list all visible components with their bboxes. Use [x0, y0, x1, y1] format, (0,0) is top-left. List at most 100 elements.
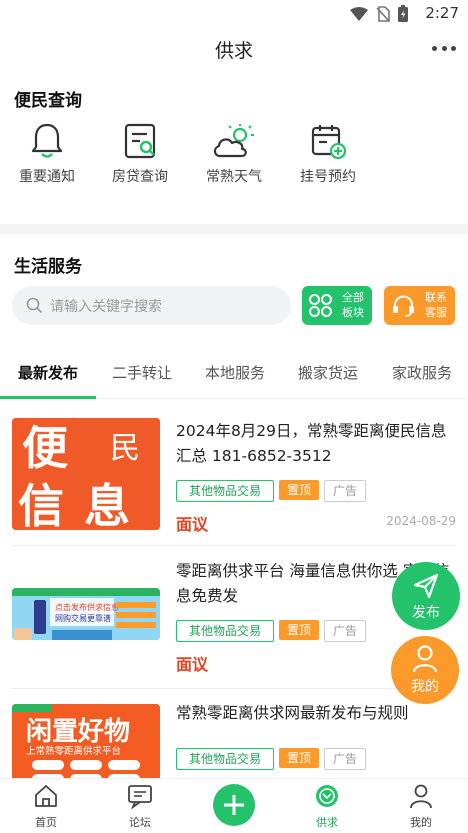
thumb-text: 网购交易更靠谱 [55, 613, 111, 623]
quick-links: 重要通知 房贷查询 常熟天气 挂号预约 [0, 122, 468, 192]
ad-badge: 广告 [324, 748, 367, 770]
nav-label: 首页 [35, 816, 57, 829]
thumbnail-art: 便 民 信 息 [12, 418, 160, 530]
profile-icon [410, 784, 432, 809]
thumbnail-art: 闲置好物 上常熟零距离供求平台 [12, 704, 160, 778]
quick-item-weather[interactable]: 常熟天气 [194, 122, 274, 186]
thumb-text: 便 [22, 421, 69, 475]
dot-icon [432, 45, 437, 51]
thumb-text: 信 [18, 479, 64, 530]
home-icon [35, 785, 57, 807]
ad-badge: 广告 [324, 620, 367, 642]
quick-item-notice[interactable]: 重要通知 [7, 122, 87, 186]
user-icon [412, 645, 438, 673]
quick-item-label: 房贷查询 [112, 169, 168, 185]
listing-thumbnail: 点击发布供求信息 网购交易更靠谱 [12, 588, 160, 640]
search-input[interactable]: 请输入关键字搜索 [12, 286, 291, 325]
listing-title: 2024年8月29日，常熟零距离便民信息汇总 181-6852-3512 [176, 422, 447, 465]
category-tag: 其他物品交易 [176, 620, 275, 642]
publish-label: 发布 [412, 605, 440, 621]
ad-badge: 广告 [324, 480, 367, 502]
dot-icon [451, 45, 456, 51]
quick-item-label: 重要通知 [19, 169, 75, 185]
listing-card[interactable]: 闲置好物 上常熟零距离供求平台 常熟零距离供求网最新发布与规则 其他物品交易 置… [0, 696, 468, 778]
listing-divider [12, 688, 456, 689]
document-search-icon [124, 123, 156, 159]
quick-item-label: 挂号预约 [300, 169, 356, 185]
search-icon [26, 297, 43, 314]
nav-supply[interactable]: 供求 [292, 783, 362, 830]
plus-icon [224, 795, 244, 815]
thumb-text: 上常熟零距离供求平台 [26, 745, 121, 757]
pinned-badge: 置顶 [279, 748, 320, 768]
status-bar: 2:27 [0, 0, 468, 28]
tab-second-hand[interactable]: 二手转让 [112, 362, 172, 383]
category-tag: 其他物品交易 [176, 748, 275, 770]
search-placeholder: 请输入关键字搜索 [50, 299, 162, 315]
listing-price: 面议 [176, 655, 209, 674]
nav-forum[interactable]: 论坛 [105, 783, 175, 830]
nav-profile[interactable]: 我的 [386, 783, 456, 830]
section-divider [0, 224, 468, 234]
supply-icon [316, 785, 338, 807]
tab-housekeeping[interactable]: 家政服务 [392, 362, 452, 383]
pinned-badge: 置顶 [279, 480, 320, 500]
listing-tags: 其他物品交易 置顶 广告 [176, 748, 367, 770]
battery-icon [398, 5, 408, 22]
forum-icon [128, 785, 152, 810]
listing-divider [12, 545, 456, 546]
mine-label: 我的 [411, 679, 439, 695]
weather-icon [213, 124, 254, 158]
contact-service-label: 联系客服 [425, 291, 447, 319]
listing-thumbnail: 闲置好物 上常熟零距离供求平台 [12, 704, 160, 778]
bell-icon [31, 123, 63, 158]
nav-label: 我的 [410, 816, 432, 829]
thumb-text: 点击发布供求信息 [55, 602, 119, 612]
nav-label: 供求 [316, 816, 338, 829]
mine-fab[interactable]: 我的 [391, 636, 459, 704]
publish-fab[interactable]: 发布 [392, 562, 460, 630]
thumb-text: 闲置好物 [26, 717, 130, 747]
listing-card[interactable]: 便 民 信 息 2024年8月29日，常熟零距离便民信息汇总 181-6852-… [0, 410, 468, 545]
calendar-plus-icon [311, 125, 347, 160]
all-sections-label: 全部板块 [342, 291, 364, 319]
all-sections-button[interactable]: 全部板块 [302, 286, 372, 325]
section-title-convenience: 便民查询 [14, 91, 82, 111]
listing-date: 2024-08-29 [386, 514, 456, 528]
app-header: 供求 [0, 28, 468, 70]
nav-home[interactable]: 首页 [11, 783, 81, 830]
clock: 2:27 [425, 4, 459, 22]
listing-thumbnail: 便 民 信 息 [12, 418, 160, 530]
nav-label: 论坛 [129, 816, 151, 829]
category-tabs: 最新发布 二手转让 本地服务 搬家货运 家政服务 [0, 350, 468, 399]
page-title: 供求 [214, 40, 253, 62]
grid-icon [309, 294, 332, 317]
pinned-badge: 置顶 [279, 620, 320, 640]
listing-tags: 其他物品交易 置顶 广告 [176, 480, 367, 502]
listing-title: 常熟零距离供求网最新发布与规则 [176, 704, 409, 722]
send-icon [413, 573, 439, 599]
tab-moving[interactable]: 搬家货运 [298, 362, 358, 383]
quick-item-appointment[interactable]: 挂号预约 [288, 122, 368, 186]
tab-latest[interactable]: 最新发布 [18, 362, 78, 383]
bottom-navigation: 首页 论坛 供求 我的 [0, 778, 468, 833]
more-options-button[interactable] [432, 38, 456, 58]
category-tag: 其他物品交易 [176, 480, 275, 502]
wifi-icon [350, 6, 368, 21]
contact-service-button[interactable]: 联系客服 [384, 286, 455, 325]
listing-tags: 其他物品交易 置顶 广告 [176, 620, 367, 642]
status-icons [350, 5, 408, 22]
active-tab-indicator [0, 396, 96, 399]
dot-icon [441, 45, 447, 51]
headset-icon [393, 295, 414, 317]
thumb-text: 民 [110, 431, 140, 466]
no-sim-icon [376, 5, 390, 22]
quick-item-mortgage[interactable]: 房贷查询 [100, 122, 180, 186]
thumb-text: 息 [84, 479, 130, 530]
listing-price: 面议 [176, 515, 209, 534]
quick-item-label: 常熟天气 [206, 169, 262, 185]
tab-local-services[interactable]: 本地服务 [205, 362, 265, 383]
section-title-life: 生活服务 [14, 257, 82, 277]
add-post-button[interactable] [213, 784, 255, 826]
thumbnail-art: 点击发布供求信息 网购交易更靠谱 [12, 588, 160, 640]
